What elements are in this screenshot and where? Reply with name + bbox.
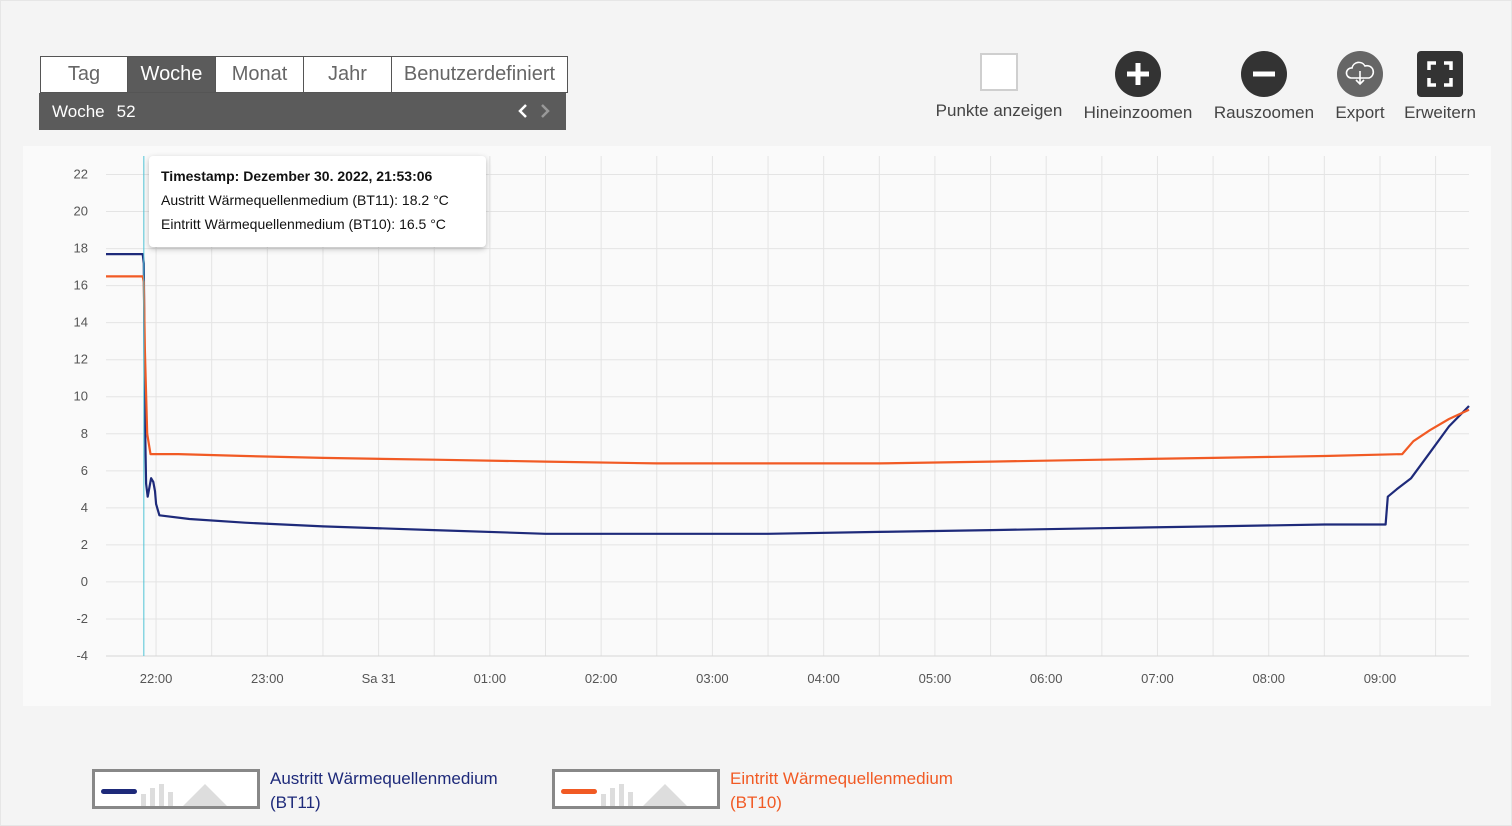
x-tick-label: 04:00: [807, 671, 840, 686]
y-tick-label: 12: [74, 352, 88, 367]
chart-panel: Tag Woche Monat Jahr Benutzerdefiniert W…: [0, 0, 1512, 826]
x-tick-label: 06:00: [1030, 671, 1063, 686]
y-tick-label: 0: [81, 574, 88, 589]
x-tick-label: 01:00: [474, 671, 507, 686]
tab-tag[interactable]: Tag: [40, 56, 128, 93]
previous-period-button[interactable]: [516, 101, 530, 121]
legend-label-line2: (BT11): [270, 793, 321, 812]
chart-type-icon: [141, 784, 227, 806]
legend-label-line1: Austritt Wärmequellenmedium: [270, 769, 498, 788]
y-tick-label: 2: [81, 537, 88, 552]
tab-monat[interactable]: Monat: [216, 56, 304, 93]
chevron-right-icon: [541, 104, 550, 118]
expand-label: Erweitern: [1404, 103, 1476, 122]
tab-woche[interactable]: Woche: [128, 56, 216, 93]
x-tick-label: 02:00: [585, 671, 618, 686]
tab-benutzerdefiniert[interactable]: Benutzerdefiniert: [392, 56, 568, 93]
tooltip-timestamp: Timestamp: Dezember 30. 2022, 21:53:06: [161, 168, 433, 184]
tooltip-bt10-value: Eintritt Wärmequellenmedium (BT10): 16.5…: [161, 216, 446, 232]
tooltip-bt11-value: Austritt Wärmequellenmedium (BT11): 18.2…: [161, 192, 449, 208]
y-tick-label: -2: [76, 611, 88, 626]
x-tick-label: 23:00: [251, 671, 284, 686]
legend-label-bt10: Eintritt Wärmequellenmedium (BT10): [730, 767, 953, 815]
y-tick-label: 14: [74, 315, 88, 330]
x-tick-label: 07:00: [1141, 671, 1174, 686]
x-tick-label: 22:00: [140, 671, 173, 686]
legend-label-line1: Eintritt Wärmequellenmedium: [730, 769, 953, 788]
next-period-button[interactable]: [538, 101, 552, 121]
legend-label-line2: (BT10): [730, 793, 782, 812]
period-selector: Woche 52: [39, 93, 566, 130]
legend-line-swatch: [101, 789, 137, 794]
zoom-in-button[interactable]: Hineinzoomen: [1081, 51, 1195, 123]
cloud-download-icon: [1337, 51, 1383, 97]
y-tick-label: 16: [74, 278, 88, 293]
show-points-label: Punkte anzeigen: [935, 101, 1063, 120]
x-tick-label: 09:00: [1364, 671, 1397, 686]
x-tick-label: Sa 31: [362, 671, 396, 686]
legend-label-bt11: Austritt Wärmequellenmedium (BT11): [270, 767, 498, 815]
y-tick-label: 10: [74, 389, 88, 404]
legend-item-bt11[interactable]: Austritt Wärmequellenmedium (BT11): [92, 769, 498, 815]
legend-line-swatch: [561, 789, 597, 794]
export-label: Export: [1335, 103, 1385, 122]
legend-toggle-bt11[interactable]: [92, 769, 260, 809]
period-tabs: Tag Woche Monat Jahr Benutzerdefiniert: [40, 56, 568, 93]
show-points-toggle[interactable]: Punkte anzeigen: [934, 51, 1064, 121]
period-number: 52: [116, 101, 136, 121]
checkbox-icon[interactable]: [980, 53, 1018, 91]
expand-button[interactable]: Erweitern: [1401, 51, 1479, 123]
fullscreen-icon: [1417, 51, 1463, 97]
minus-circle-icon: [1241, 51, 1287, 97]
period-label: Woche: [52, 101, 105, 121]
y-tick-label: 18: [74, 241, 88, 256]
chart-tooltip: Timestamp: Dezember 30. 2022, 21:53:06 A…: [149, 156, 486, 247]
series-line-bt11: [106, 253, 1470, 535]
chevron-left-icon: [518, 104, 527, 118]
zoom-out-label: Rauszoomen: [1213, 103, 1315, 122]
zoom-in-label: Hineinzoomen: [1083, 103, 1193, 122]
x-tick-label: 03:00: [696, 671, 729, 686]
legend-item-bt10[interactable]: Eintritt Wärmequellenmedium (BT10): [552, 769, 953, 815]
x-tick-label: 05:00: [919, 671, 952, 686]
y-tick-label: 8: [81, 426, 88, 441]
tab-jahr[interactable]: Jahr: [304, 56, 392, 93]
zoom-out-button[interactable]: Rauszoomen: [1209, 51, 1319, 123]
export-button[interactable]: Export: [1331, 51, 1389, 123]
plus-circle-icon: [1115, 51, 1161, 97]
y-tick-label: 6: [81, 463, 88, 478]
y-tick-label: 4: [81, 500, 88, 515]
series-line-bt10: [106, 275, 1470, 465]
legend-toggle-bt10[interactable]: [552, 769, 720, 809]
y-tick-label: -4: [76, 648, 88, 663]
y-tick-label: 20: [74, 204, 88, 219]
x-tick-label: 08:00: [1252, 671, 1285, 686]
chart-type-icon: [601, 784, 687, 806]
y-tick-label: 22: [74, 167, 88, 182]
